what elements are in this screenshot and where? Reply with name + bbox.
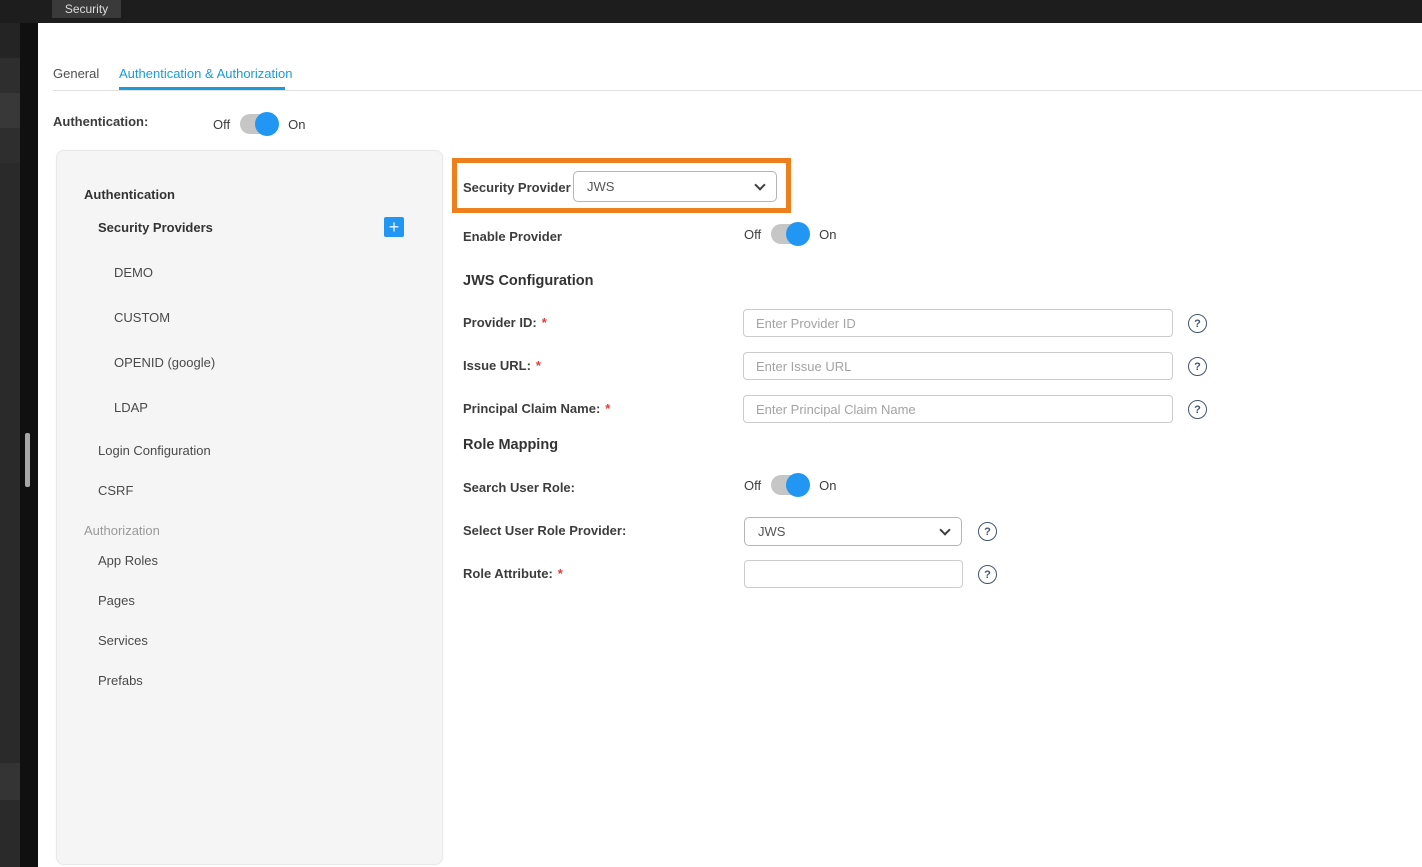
chevron-down-icon xyxy=(754,179,765,190)
required-asterisk: * xyxy=(605,401,610,416)
principal-claim-name-label-text: Principal Claim Name: xyxy=(463,401,600,416)
principal-claim-name-label: Principal Claim Name: * xyxy=(463,401,610,416)
sidebar-item-custom[interactable]: CUSTOM xyxy=(114,310,170,325)
help-icon[interactable] xyxy=(1188,314,1207,333)
sidebar-item-app-roles[interactable]: App Roles xyxy=(98,553,158,568)
security-provider-label: Security Provider xyxy=(463,180,571,195)
enable-provider-toggle[interactable]: Off On xyxy=(744,222,836,246)
security-provider-selected-value: JWS xyxy=(587,179,614,194)
user-role-provider-select[interactable]: JWS xyxy=(744,517,962,546)
sidebar-item-csrf[interactable]: CSRF xyxy=(98,483,133,498)
search-user-role-toggle[interactable]: Off On xyxy=(744,473,836,497)
chevron-down-icon xyxy=(939,524,950,535)
rail-segment xyxy=(0,128,20,163)
sidebar-item-prefabs[interactable]: Prefabs xyxy=(98,673,143,688)
toggle-off-label: Off xyxy=(213,117,230,132)
rail-segment xyxy=(0,23,20,58)
tab-authentication-authorization[interactable]: Authentication & Authorization xyxy=(119,66,292,81)
left-rail-divider xyxy=(20,23,38,867)
role-attribute-input[interactable] xyxy=(744,560,963,588)
role-mapping-heading: Role Mapping xyxy=(463,437,558,453)
security-tab[interactable]: Security xyxy=(52,0,121,18)
tabs-divider xyxy=(53,90,1422,91)
sidebar-item-pages[interactable]: Pages xyxy=(98,593,135,608)
authentication-label: Authentication: xyxy=(53,114,148,129)
toggle-knob[interactable] xyxy=(786,473,810,497)
tab-general[interactable]: General xyxy=(53,66,99,81)
add-provider-button[interactable]: + xyxy=(384,217,404,237)
toggle-track[interactable] xyxy=(240,114,278,134)
toggle-track[interactable] xyxy=(771,475,809,495)
help-icon[interactable] xyxy=(1188,400,1207,419)
provider-id-label-text: Provider ID: xyxy=(463,315,537,330)
toggle-on-label: On xyxy=(819,478,836,493)
left-rail xyxy=(0,23,20,867)
issue-url-label-text: Issue URL: xyxy=(463,358,531,373)
toggle-on-label: On xyxy=(819,227,836,242)
user-role-provider-selected-value: JWS xyxy=(758,524,785,539)
rail-segment xyxy=(0,93,20,128)
issue-url-input[interactable] xyxy=(743,352,1173,380)
enable-provider-label: Enable Provider xyxy=(463,229,562,244)
principal-claim-name-input[interactable] xyxy=(743,395,1173,423)
rail-segment xyxy=(0,763,20,800)
sidebar-item-login-configuration[interactable]: Login Configuration xyxy=(98,443,211,458)
issue-url-label: Issue URL: * xyxy=(463,358,541,373)
select-user-role-provider-label: Select User Role Provider: xyxy=(463,523,626,538)
sidebar-item-services[interactable]: Services xyxy=(98,633,148,648)
scrollbar-thumb[interactable] xyxy=(25,433,30,487)
provider-id-label: Provider ID: * xyxy=(463,315,547,330)
sidebar-header-authorization: Authorization xyxy=(84,523,160,538)
security-sidebar: Authentication Security Providers + DEMO… xyxy=(56,150,443,865)
search-user-role-label: Search User Role: xyxy=(463,480,575,495)
provider-id-input[interactable] xyxy=(743,309,1173,337)
help-icon[interactable] xyxy=(978,565,997,584)
help-icon[interactable] xyxy=(978,522,997,541)
required-asterisk: * xyxy=(536,358,541,373)
plus-icon: + xyxy=(389,218,400,236)
sidebar-item-ldap[interactable]: LDAP xyxy=(114,400,148,415)
toggle-track[interactable] xyxy=(771,224,809,244)
toggle-knob[interactable] xyxy=(255,112,279,136)
topbar: Security xyxy=(0,0,1422,23)
security-provider-select[interactable]: JWS xyxy=(573,171,777,202)
sidebar-item-openid-google[interactable]: OPENID (google) xyxy=(114,355,215,370)
rail-segment xyxy=(0,58,20,93)
toggle-off-label: Off xyxy=(744,227,761,242)
toggle-knob[interactable] xyxy=(786,222,810,246)
security-settings-screen: Security General Authentication & Author… xyxy=(0,0,1422,867)
role-attribute-label-text: Role Attribute: xyxy=(463,566,553,581)
sidebar-item-security-providers[interactable]: Security Providers xyxy=(98,220,213,235)
toggle-off-label: Off xyxy=(744,478,761,493)
role-attribute-label: Role Attribute: * xyxy=(463,566,563,581)
required-asterisk: * xyxy=(558,566,563,581)
jws-configuration-heading: JWS Configuration xyxy=(463,273,594,289)
help-icon[interactable] xyxy=(1188,357,1207,376)
authentication-toggle[interactable]: Off On xyxy=(213,112,305,136)
required-asterisk: * xyxy=(542,315,547,330)
sidebar-item-demo[interactable]: DEMO xyxy=(114,265,153,280)
sidebar-header-authentication: Authentication xyxy=(84,187,175,202)
toggle-on-label: On xyxy=(288,117,305,132)
